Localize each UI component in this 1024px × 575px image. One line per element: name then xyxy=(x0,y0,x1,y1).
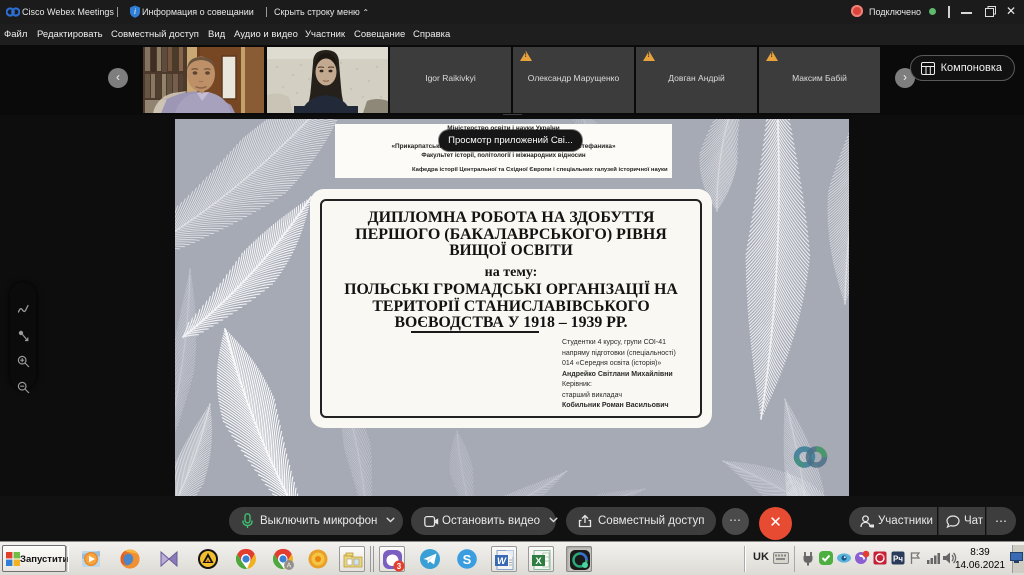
svg-text:A: A xyxy=(287,563,292,570)
svg-text:Рч: Рч xyxy=(893,555,903,564)
svg-text:W: W xyxy=(497,556,507,567)
svg-text:i: i xyxy=(134,7,136,16)
svg-text:S: S xyxy=(463,552,472,567)
svg-text:3: 3 xyxy=(397,562,402,571)
svg-text:X: X xyxy=(535,556,542,567)
